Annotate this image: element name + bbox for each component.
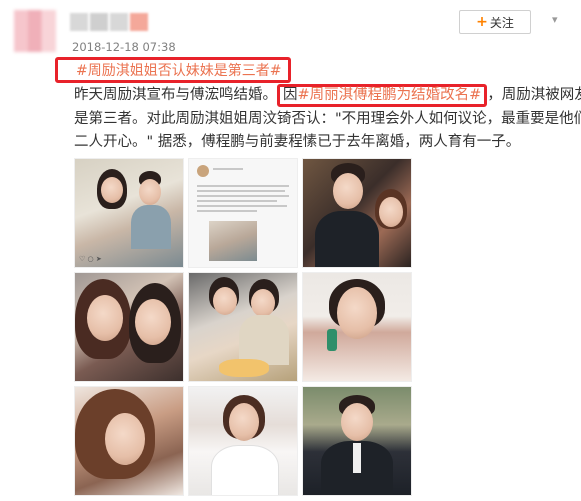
chevron-down-icon[interactable]: ▾ xyxy=(552,13,558,26)
photo-weibo-screenshot[interactable] xyxy=(188,158,298,268)
text-segment: ，周励淇被网友说 xyxy=(487,87,581,103)
photo-man-in-suit[interactable] xyxy=(302,386,412,496)
post-body: 昨天周励淇宣布与傅浤鸣结婚。因#周丽淇傅程鹏为结婚改名#，周励淇被网友说 是第三… xyxy=(74,84,581,155)
image-grid: ♡ ○ ➤ xyxy=(74,158,412,496)
highlighted-segment: 因#周丽淇傅程鹏为结婚改名# xyxy=(277,84,488,107)
user-avatar[interactable] xyxy=(14,10,56,52)
follow-button[interactable]: + 关注 xyxy=(459,10,531,34)
photo-woman-hair-wind[interactable] xyxy=(74,386,184,496)
title-hashtag-link[interactable]: #周励淇姐姐否认妹妹是第三者# xyxy=(55,57,291,83)
rename-hashtag-link[interactable]: #周丽淇傅程鹏为结婚改名# xyxy=(298,87,482,103)
post-timestamp[interactable]: 2018-12-18 07:38 xyxy=(72,40,176,54)
avatar xyxy=(197,165,209,177)
post-line-2: 是第三者。对此周励淇姐姐周汶锜否认："不用理会外人如何议论，最重要是他们 xyxy=(74,110,581,127)
post-line-3: 二人开心。" 据悉，傅程鹏与前妻程愫已于去年离婚，两人育有一子。 xyxy=(74,134,521,150)
text-segment: 昨天周励淇宣布与傅浤鸣结婚。 xyxy=(74,87,277,103)
photo-woman-green-earring[interactable] xyxy=(302,272,412,382)
photo-selfie-two-women[interactable] xyxy=(74,272,184,382)
text-segment: 因 xyxy=(283,87,298,103)
photo-woman-white-dress[interactable] xyxy=(188,386,298,496)
photo-two-women-cake[interactable] xyxy=(188,272,298,382)
instagram-action-icons: ♡ ○ ➤ xyxy=(79,255,102,263)
username-blurred[interactable] xyxy=(70,13,148,31)
plus-icon: + xyxy=(476,14,488,30)
embedded-photo xyxy=(209,221,257,261)
post-line-1: 昨天周励淇宣布与傅浤鸣结婚。因#周丽淇傅程鹏为结婚改名#，周励淇被网友说 xyxy=(74,84,581,108)
follow-label: 关注 xyxy=(489,15,514,30)
photo-couple-instagram[interactable]: ♡ ○ ➤ xyxy=(74,158,184,268)
photo-man-and-woman[interactable] xyxy=(302,158,412,268)
